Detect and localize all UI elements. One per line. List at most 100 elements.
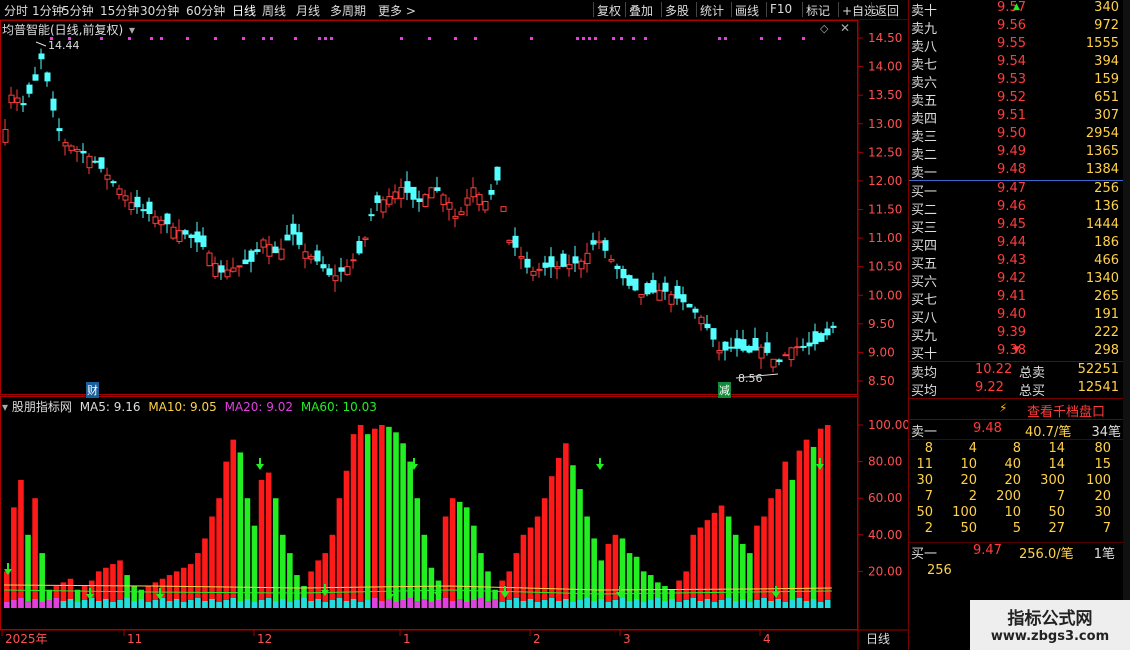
chevron-down-icon[interactable]: ▾ — [129, 23, 135, 37]
candle-body — [278, 248, 285, 260]
bids-level-row[interactable]: 买二 9.46 136 — [909, 199, 1123, 218]
oscillator-base-bar — [18, 598, 24, 608]
bids-level-row[interactable]: 买六 9.42 1340 — [909, 271, 1123, 290]
bids-level-row[interactable]: 买一 9.47 256 — [909, 181, 1123, 200]
candle-body — [776, 359, 783, 363]
oscillator-base-bar — [428, 602, 435, 608]
buy-total-value: 12541 — [1077, 380, 1119, 395]
bids-level-volume: 1444 — [1085, 217, 1119, 232]
bids-level-volume: 136 — [1094, 199, 1119, 214]
bids-level-row[interactable]: 买五 9.43 466 — [909, 253, 1123, 272]
reduce-badge[interactable]: 减 — [718, 382, 731, 398]
bids-level-row[interactable]: 买三 9.45 1444 — [909, 217, 1123, 236]
oscillator-base-bar — [74, 602, 81, 608]
bids-level-row[interactable]: 买九 9.39 222 — [909, 325, 1123, 344]
indicator-name[interactable]: 股朋指标网 — [12, 400, 72, 414]
oscillator-bar — [690, 534, 697, 608]
thousand-levels-button[interactable]: 查看千档盘口 — [1027, 401, 1105, 420]
bids-level-price: 9.39 — [997, 325, 1026, 340]
price-tick-label: 13.50 — [868, 88, 902, 102]
buy1-avg: 256.0/笔 — [1019, 547, 1074, 562]
asks-level-price: 9.55 — [997, 36, 1026, 51]
side-scrollbar[interactable] — [1123, 0, 1130, 650]
oscillator-base-bar — [53, 598, 60, 608]
asks-level-price: 9.56 — [997, 18, 1026, 33]
candle-body — [470, 187, 477, 198]
bids-level-volume: 256 — [1094, 181, 1119, 196]
bids-level-row[interactable]: 买七 9.41 265 — [909, 289, 1123, 308]
oscillator-bar — [754, 525, 760, 608]
lightning-icon: ⚡ — [999, 401, 1008, 415]
bids-level-row[interactable]: 买四 9.44 186 — [909, 235, 1123, 254]
candle-body — [392, 191, 399, 200]
bids-level-row[interactable]: 买八 9.40 191 — [909, 307, 1123, 326]
asks-level-price: 9.48 — [997, 162, 1026, 177]
asks-level-volume: 340 — [1094, 0, 1119, 15]
oscillator-base-bar — [711, 602, 718, 608]
candle-body — [158, 219, 165, 226]
sell1-queue-cell: 30 — [1094, 505, 1111, 520]
oscillator-base-bar — [619, 598, 626, 608]
asks-level-row[interactable]: 卖一 9.48 1384 — [909, 162, 1123, 181]
asks-level-row[interactable]: 卖三 9.50 2954 — [909, 126, 1123, 145]
signal-dot — [530, 37, 533, 40]
sell1-queue-cell: 7 — [1102, 521, 1111, 536]
price-tick-label: 10.00 — [868, 288, 902, 302]
candle-body — [290, 223, 297, 235]
asks-level-volume: 307 — [1094, 108, 1119, 123]
candle-body — [254, 249, 261, 252]
kline-chart[interactable]: 14.50 14.00 13.50 13.00 12.50 12.00 11.50 11.00… — [0, 0, 908, 650]
chart-title[interactable]: 均普智能(日线,前复权) — [2, 23, 123, 37]
price-tick-label: 11.50 — [868, 203, 902, 217]
sell1-queue-cell: 100 — [952, 505, 977, 520]
oscillator-base-bar — [761, 598, 767, 608]
oscillator-bar — [386, 426, 392, 608]
oscillator-base-bar — [159, 598, 166, 608]
oscillator-bar — [180, 567, 187, 608]
date-tick-label: 3 — [623, 632, 631, 646]
oscillator-base-bar — [379, 601, 385, 608]
asks-level-price: 9.52 — [997, 90, 1026, 105]
asks-level-row[interactable]: 卖五 9.52 651 — [909, 90, 1123, 109]
oscillator-bar — [563, 443, 569, 608]
asks-level-price: 9.50 — [997, 126, 1026, 141]
sell1-count: 34笔 — [1091, 425, 1121, 440]
candle-body — [602, 240, 609, 251]
oscillator-bar — [464, 507, 470, 608]
candle-body — [146, 201, 153, 215]
oscillator-base-bar — [372, 598, 378, 608]
oscillator-base-bar — [145, 602, 152, 608]
oscillator-base-bar — [81, 600, 88, 608]
candle-body — [584, 252, 591, 265]
asks-level-row[interactable]: 卖九 9.56 972 — [909, 18, 1123, 37]
oscillator-bar — [32, 498, 38, 608]
signal-dot — [612, 37, 615, 40]
bids-level-label: 买八 — [911, 311, 938, 326]
candle-body — [350, 259, 357, 262]
oscillator-base-bar — [202, 601, 208, 608]
asks-level-label: 卖七 — [911, 58, 938, 73]
candle-body — [182, 230, 189, 235]
asks-level-row[interactable]: 卖七 9.54 394 — [909, 54, 1123, 73]
bids-level-volume: 191 — [1094, 307, 1119, 322]
asks-level-row[interactable]: 卖六 9.53 159 — [909, 72, 1123, 91]
finance-badge[interactable]: 财 — [86, 382, 99, 398]
down-arrow-icon — [596, 458, 604, 470]
candle-body — [14, 97, 21, 103]
chevron-down-icon[interactable]: ▾ — [2, 400, 8, 414]
down-triangle-icon: ▼ — [1013, 345, 1020, 355]
close-icon[interactable]: ✕ — [840, 21, 850, 35]
signal-dot — [318, 37, 321, 40]
candle-body — [806, 342, 813, 347]
diamond-icon[interactable]: ◇ — [820, 22, 828, 35]
asks-level-row[interactable]: 卖八 9.55 1555 — [909, 36, 1123, 55]
ma5-label: MA5: 9.16 — [79, 400, 141, 414]
bids-level-volume: 265 — [1094, 289, 1119, 304]
asks-level-row[interactable]: 卖四 9.51 307 — [909, 108, 1123, 127]
oscillator-base-bar — [754, 600, 760, 608]
candle-body — [728, 346, 735, 349]
asks-level-row[interactable]: 卖二 9.49 1365 — [909, 144, 1123, 163]
sell1-label: 卖一 — [911, 425, 938, 440]
oscillator-bar — [711, 512, 718, 608]
signal-dot — [270, 37, 273, 40]
